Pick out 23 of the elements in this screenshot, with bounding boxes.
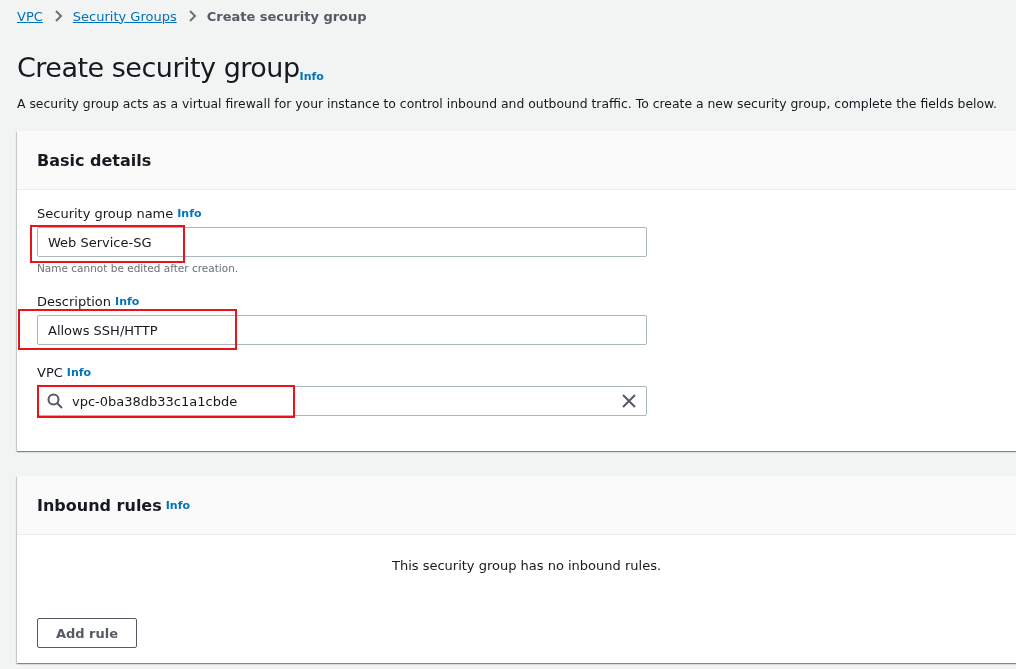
info-link[interactable]: Info [299,70,324,83]
add-rule-button[interactable]: Add rule [37,618,137,648]
info-link[interactable]: Info [177,207,202,220]
page-description: A security group acts as a virtual firewall for your instance to control inbound and outbound traffic. To create a new security group, complete the fields below. [17,96,998,111]
info-link[interactable]: Info [115,295,140,308]
breadcrumb-link[interactable]: Security Groups [72,8,177,24]
search-icon [47,393,63,409]
panel-title: Basic details [37,150,152,170]
field-label: VPC [37,365,63,380]
field-label: Security group name [37,206,174,221]
empty-message: This security group has no inbound rules. [391,558,662,573]
info-link[interactable]: Info [66,366,92,379]
breadcrumb-link[interactable]: VPC [17,8,43,24]
search-field[interactable]: vpc-0ba38db33c1a1cbde [37,386,647,416]
field-hint: Name cannot be edited after creation. [37,262,240,274]
breadcrumb-current: Create security group [206,8,367,24]
panel-title: Inbound rules [37,495,162,515]
input-field[interactable]: Allows SSH/HTTP [37,315,647,345]
field-label: Description [37,294,112,309]
info-link[interactable]: Info [165,498,190,512]
input-field[interactable]: Web Service-SG [37,227,647,257]
page-title: Create security group [17,51,300,85]
clear-icon[interactable] [622,394,636,408]
